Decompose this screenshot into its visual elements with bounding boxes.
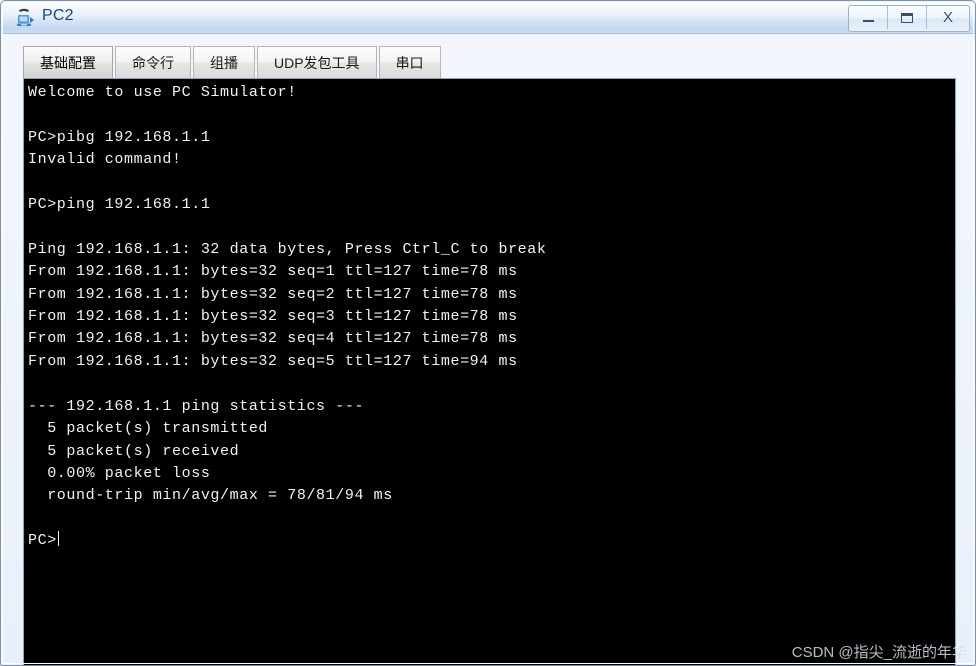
window-title: PC2 xyxy=(42,7,74,24)
close-button[interactable]: X xyxy=(927,6,969,29)
window-client-area: 基础配置 命令行 组播 UDP发包工具 串口 Welcome to use PC… xyxy=(3,34,975,665)
pc-simulator-window: PC2 X 基础配置 命令行 组播 UDP发包工具 串口 Welcome to … xyxy=(0,0,976,666)
window-controls: X xyxy=(848,5,970,32)
terminal-lines: Welcome to use PC Simulator! PC>pibg 192… xyxy=(28,84,547,550)
tab-label: 串口 xyxy=(395,54,424,71)
tab-label: 组播 xyxy=(210,54,238,71)
tab-label: UDP发包工具 xyxy=(274,54,360,71)
minimize-button[interactable] xyxy=(849,6,888,29)
tab-label: 命令行 xyxy=(132,54,174,71)
text-cursor xyxy=(57,531,59,547)
tab-command-line[interactable]: 命令行 xyxy=(115,46,191,78)
tab-label: 基础配置 xyxy=(40,54,96,71)
maximize-icon xyxy=(901,12,913,23)
tab-serial-port[interactable]: 串口 xyxy=(378,46,441,78)
tab-strip: 基础配置 命令行 组播 UDP发包工具 串口 xyxy=(23,46,443,78)
terminal-console[interactable]: Welcome to use PC Simulator! PC>pibg 192… xyxy=(23,78,956,665)
pc-simulator-icon xyxy=(15,7,37,29)
terminal-output: Welcome to use PC Simulator! PC>pibg 192… xyxy=(28,82,953,553)
minimize-icon xyxy=(862,20,874,22)
tab-udp-tool[interactable]: UDP发包工具 xyxy=(257,46,377,78)
title-bar: PC2 X xyxy=(2,2,975,34)
tab-multicast[interactable]: 组播 xyxy=(193,46,255,78)
tab-basic-config[interactable]: 基础配置 xyxy=(23,46,113,78)
maximize-button[interactable] xyxy=(888,6,927,29)
close-icon: X xyxy=(942,9,953,26)
